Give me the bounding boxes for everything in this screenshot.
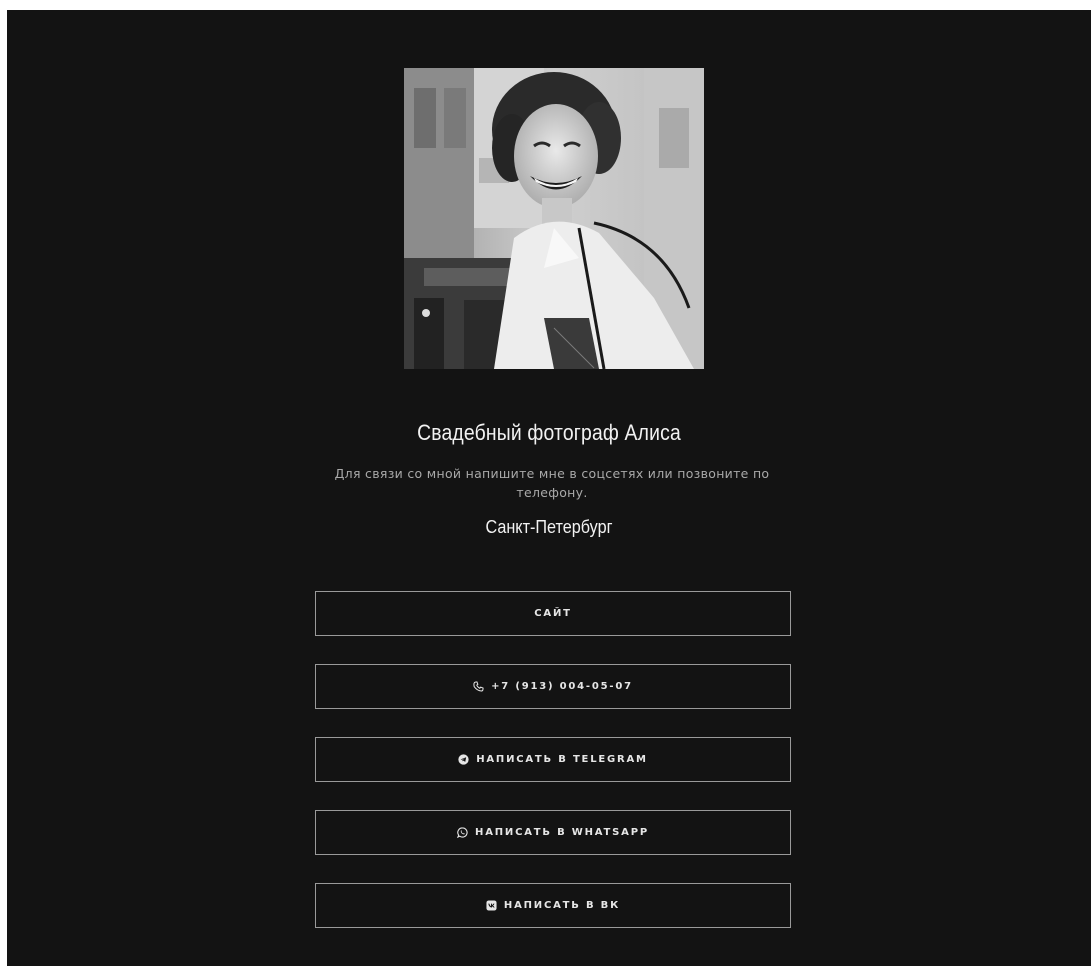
phone-button[interactable]: +7 (913) 004-05-07 bbox=[315, 664, 791, 709]
vk-button-label: НАПИСАТЬ В ВК bbox=[503, 900, 621, 911]
telegram-button[interactable]: НАПИСАТЬ В TELEGRAM bbox=[315, 737, 791, 782]
whatsapp-button[interactable]: НАПИСАТЬ В WHATSAPP bbox=[315, 810, 791, 855]
page-title: Свадебный фотограф Алиса bbox=[417, 420, 681, 445]
telegram-button-label: НАПИСАТЬ В TELEGRAM bbox=[476, 754, 648, 765]
contact-description: Для связи со мной напишите мне в соцсетя… bbox=[334, 466, 770, 500]
whatsapp-button-label: НАПИСАТЬ В WHATSAPP bbox=[475, 827, 649, 838]
phone-icon bbox=[473, 681, 484, 692]
vk-button[interactable]: НАПИСАТЬ В ВК bbox=[315, 883, 791, 928]
telegram-icon bbox=[458, 754, 469, 765]
site-button[interactable]: САЙТ bbox=[315, 591, 791, 636]
whatsapp-icon bbox=[457, 827, 468, 838]
vk-icon bbox=[486, 900, 497, 911]
site-button-label: САЙТ bbox=[534, 608, 572, 619]
city-label: Санкт-Петербург bbox=[485, 517, 613, 537]
page-container: Свадебный фотограф Алиса Для связи со мн… bbox=[7, 10, 1091, 966]
phone-button-label: +7 (913) 004-05-07 bbox=[491, 681, 633, 692]
profile-photo bbox=[404, 68, 704, 369]
